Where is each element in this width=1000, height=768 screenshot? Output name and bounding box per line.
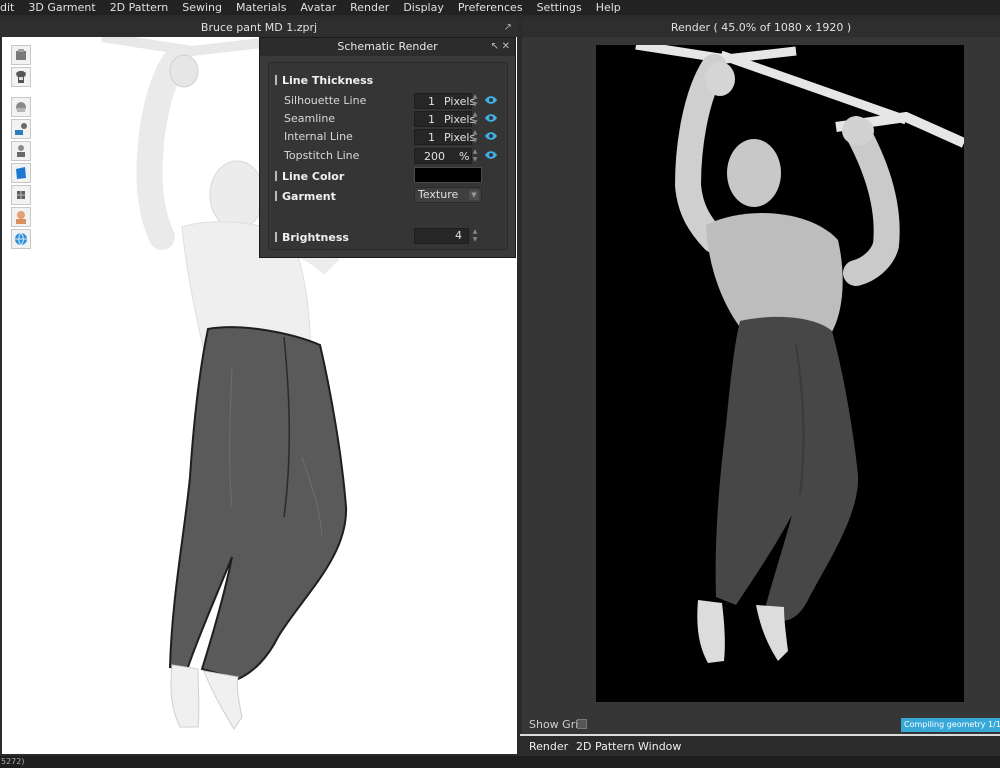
garment-mode-value: Texture	[418, 188, 459, 201]
menu-preferences[interactable]: Preferences	[451, 0, 530, 15]
schematic-settings: Line Thickness Silhouette Line 1 Pixels …	[268, 62, 508, 250]
menu-2d-pattern[interactable]: 2D Pattern	[103, 0, 176, 15]
schematic-render-panel: Schematic Render ↖ ✕ Line Thickness Silh…	[259, 37, 516, 258]
internal-line-input[interactable]: 1 Pixels	[414, 129, 475, 145]
environment-button[interactable]	[11, 229, 31, 249]
texture-surface-button[interactable]	[11, 163, 31, 183]
tab-render[interactable]: Render	[529, 740, 568, 753]
menu-sewing[interactable]: Sewing	[175, 0, 229, 15]
silhouette-line-eye-icon[interactable]	[484, 95, 498, 105]
topstitch-line-value: 200	[424, 150, 445, 163]
seamline-eye-icon[interactable]	[484, 113, 498, 123]
topstitch-line-input[interactable]: 200 %	[414, 148, 472, 164]
garment-display-icon	[16, 71, 26, 83]
internal-line-stepper[interactable]: ▲ ▼	[470, 129, 480, 145]
render-style-icon	[15, 123, 27, 135]
texture-surface-icon	[16, 167, 26, 179]
menu-avatar[interactable]: Avatar	[293, 0, 343, 15]
avatar-skin-icon	[16, 211, 26, 224]
viewport-toolbar	[11, 45, 35, 251]
menu-help[interactable]: Help	[589, 0, 628, 15]
avatar-display-icon	[16, 49, 26, 60]
schematic-render-title: Schematic Render	[337, 40, 438, 53]
topstitch-line-unit: %	[459, 150, 470, 163]
silhouette-line-value: 1	[428, 95, 435, 108]
line-thickness-heading: Line Thickness	[275, 74, 373, 87]
status-bar: 5272)	[0, 756, 1000, 768]
render-resolution-label: Render ( 45.0% of 1080 x 1920 )	[670, 21, 852, 34]
render-viewport	[522, 37, 1000, 734]
silhouette-line-stepper[interactable]: ▲ ▼	[470, 93, 480, 109]
line-color-heading: Line Color	[275, 170, 344, 183]
seamline-row: Seamline 1 Pixels ▲ ▼	[284, 111, 504, 127]
chevron-down-icon: ▼	[469, 190, 479, 200]
seamline-value: 1	[428, 113, 435, 126]
show-grid-checkbox[interactable]	[577, 719, 587, 729]
seamline-label: Seamline	[284, 112, 336, 125]
internal-line-eye-icon[interactable]	[484, 131, 498, 141]
tab-2d-pattern-window[interactable]: 2D Pattern Window	[576, 740, 681, 753]
avatar-display-button[interactable]	[11, 45, 31, 65]
menu-display[interactable]: Display	[396, 0, 451, 15]
texture-display-icon	[16, 102, 26, 112]
brightness-heading: Brightness	[275, 231, 349, 244]
menu-settings[interactable]: Settings	[530, 0, 589, 15]
topstitch-line-eye-icon[interactable]	[484, 150, 498, 160]
texture-display-button[interactable]	[11, 97, 31, 117]
project-file-name: Bruce pant MD 1.zprj	[200, 21, 318, 34]
avatar-skin-button[interactable]	[11, 207, 31, 227]
render-style-button[interactable]	[11, 119, 31, 139]
menu-render[interactable]: Render	[343, 0, 396, 15]
status-text: 5272)	[1, 757, 25, 766]
globe-icon	[15, 232, 27, 246]
brightness-input[interactable]: 4	[414, 228, 469, 244]
topstitch-line-row: Topstitch Line 200 % ▲ ▼	[284, 148, 504, 164]
brightness-stepper[interactable]: ▲ ▼	[470, 228, 480, 244]
topstitch-line-stepper[interactable]: ▲ ▼	[470, 148, 480, 164]
garment-heading: Garment	[275, 190, 336, 203]
menu-bar: dit 3D Garment 2D Pattern Sewing Materia…	[0, 0, 1000, 15]
line-color-swatch[interactable]	[414, 167, 482, 183]
seamline-input[interactable]: 1 Pixels	[414, 111, 475, 127]
menu-3d-garment[interactable]: 3D Garment	[21, 0, 102, 15]
menu-materials[interactable]: Materials	[229, 0, 293, 15]
bottom-tab-bar: Render 2D Pattern Window	[520, 734, 1000, 756]
mesh-icon	[17, 191, 25, 199]
internal-line-label: Internal Line	[284, 130, 353, 143]
silhouette-line-row: Silhouette Line 1 Pixels ▲ ▼	[284, 93, 504, 109]
rendered-avatar-image	[635, 45, 964, 663]
xray-icon	[17, 145, 25, 157]
internal-line-row: Internal Line 1 Pixels ▲ ▼	[284, 129, 504, 145]
xray-button[interactable]	[11, 141, 31, 161]
compiling-status-bar: Compiling geometry 1/1, 1...	[901, 718, 1000, 732]
silhouette-line-label: Silhouette Line	[284, 94, 367, 107]
schematic-render-header: Schematic Render ↖ ✕	[260, 38, 515, 56]
render-window-title: Render ( 45.0% of 1080 x 1920 )	[522, 19, 1000, 37]
close-icon[interactable]: ✕	[502, 38, 510, 56]
render-canvas[interactable]	[596, 45, 964, 702]
garment-mode-dropdown[interactable]: Texture ▼	[414, 187, 482, 203]
garment-display-button[interactable]	[11, 67, 31, 87]
undock-icon[interactable]: ↗	[504, 19, 512, 37]
viewport-3d-title: Bruce pant MD 1.zprj ↗	[0, 19, 518, 37]
menu-edit[interactable]: dit	[0, 0, 21, 15]
internal-line-value: 1	[428, 131, 435, 144]
silhouette-line-input[interactable]: 1 Pixels	[414, 93, 475, 109]
topstitch-line-label: Topstitch Line	[284, 149, 360, 162]
pin-icon[interactable]: ↖	[491, 38, 499, 56]
seamline-stepper[interactable]: ▲ ▼	[470, 111, 480, 127]
mesh-button[interactable]	[11, 185, 31, 205]
